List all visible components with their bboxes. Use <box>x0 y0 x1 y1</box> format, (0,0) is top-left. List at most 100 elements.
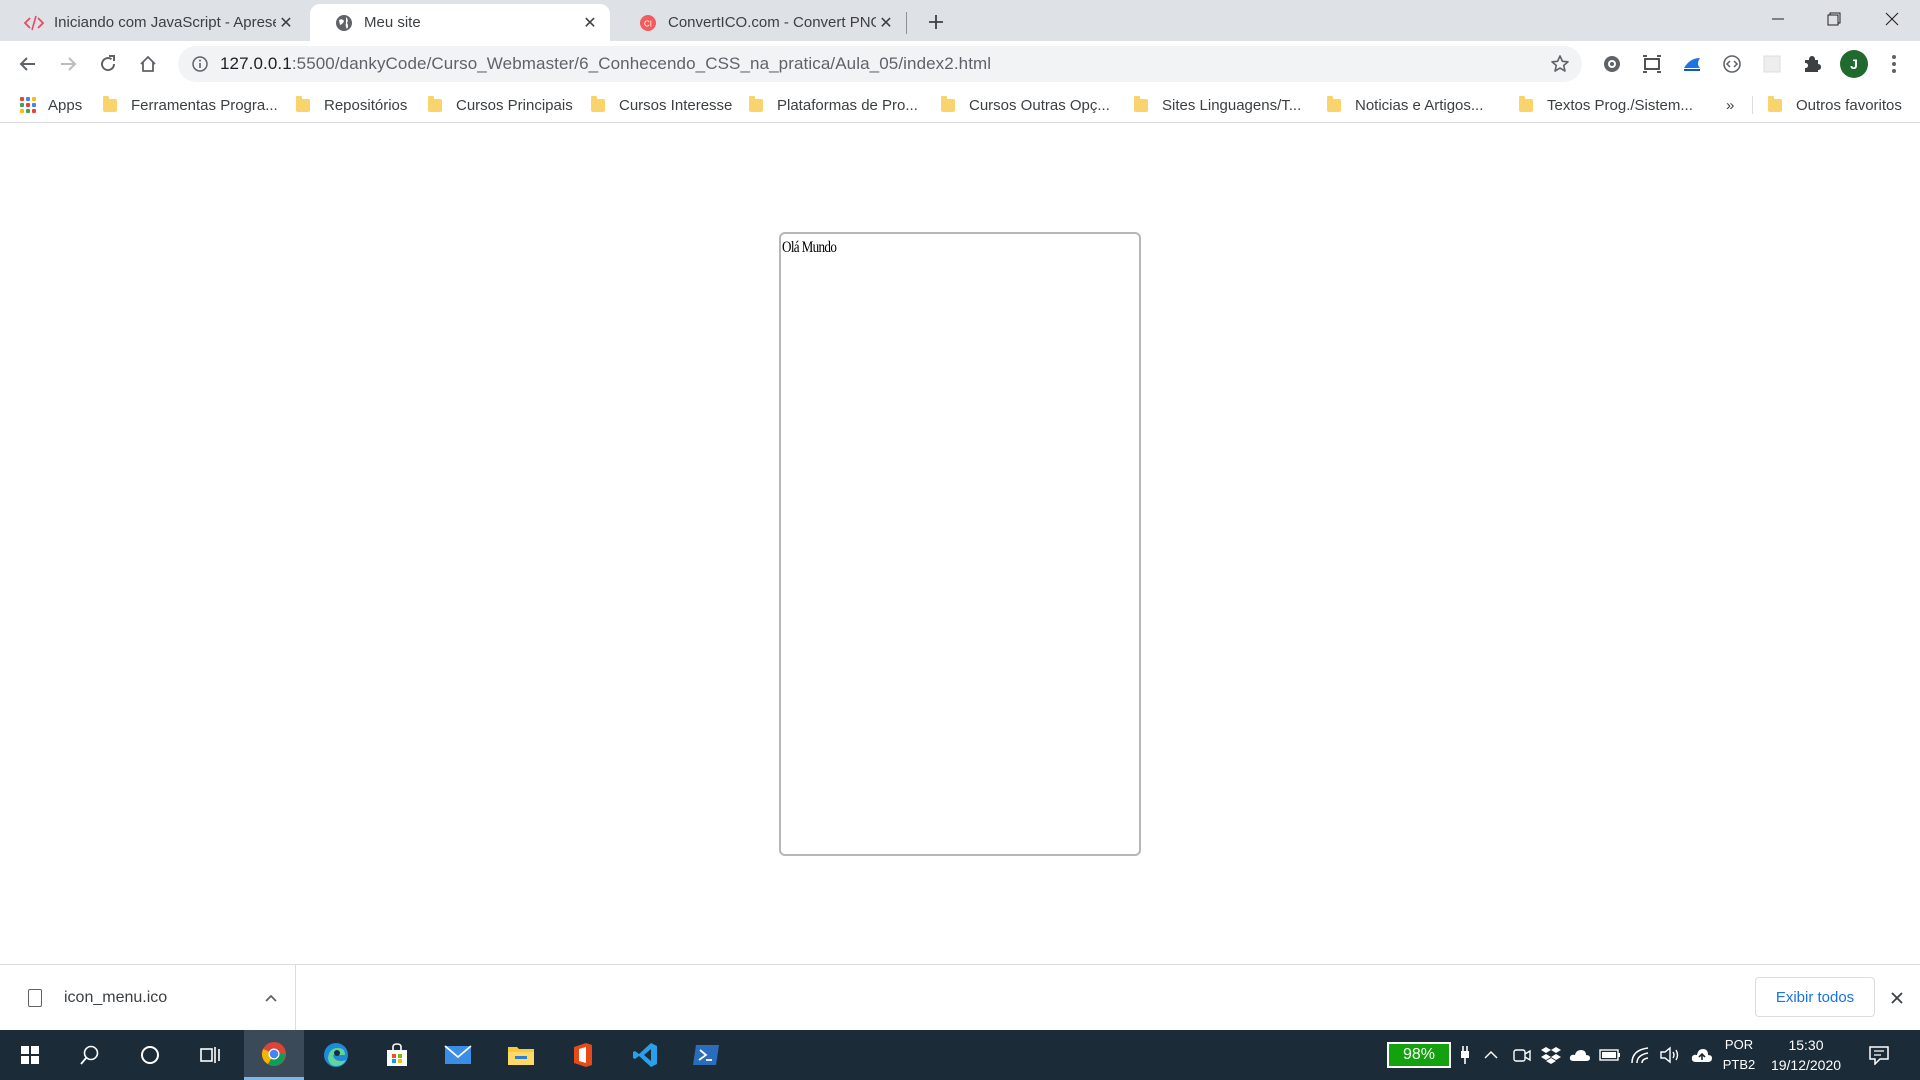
code-icon <box>24 13 44 33</box>
minimize-button[interactable] <box>1750 0 1806 38</box>
bookmark-folder[interactable]: Cursos Outras Opç... <box>941 94 1110 116</box>
bookmark-label: Apps <box>48 96 83 114</box>
edge-taskbar-icon[interactable] <box>306 1030 366 1080</box>
back-button[interactable] <box>12 48 44 80</box>
bookmark-separator <box>1752 96 1753 114</box>
bookmark-label: Outros favoritos <box>1796 96 1902 114</box>
powershell-taskbar-icon[interactable] <box>676 1030 736 1080</box>
bookmark-folder[interactable]: Ferramentas Progra... <box>103 94 278 116</box>
star-icon[interactable] <box>1548 52 1572 76</box>
content-box: Olá Mundo <box>779 232 1141 856</box>
download-item[interactable]: icon_menu.ico <box>0 965 296 1031</box>
bookmark-label: Cursos Outras Opç... <box>969 96 1110 114</box>
folder-icon <box>1519 95 1533 112</box>
cortana-icon[interactable] <box>120 1030 180 1080</box>
bookmark-folder[interactable]: Noticias e Artigos... <box>1327 94 1483 116</box>
more-menu-icon[interactable] <box>1882 52 1906 76</box>
onedrive-icon[interactable] <box>1568 1043 1592 1067</box>
extension-gear-icon[interactable] <box>1600 52 1624 76</box>
bookmarks-overflow-button[interactable]: » <box>1726 94 1734 116</box>
chevron-up-icon[interactable] <box>1479 1043 1503 1067</box>
tab-convertico[interactable]: CI ConvertICO.com - Convert PNG to ICO ✕ <box>614 4 906 41</box>
url-host: 127.0.0.1 <box>220 54 292 73</box>
globe-icon <box>334 13 354 33</box>
blank-extension-icon[interactable] <box>1760 52 1784 76</box>
bookmark-folder[interactable]: Cursos Interesse <box>591 94 732 116</box>
bookmark-label: Cursos Principais <box>456 96 573 114</box>
folder-icon <box>749 95 763 112</box>
windows-taskbar: 98% POR PTB2 15:30 19/12/2020 <box>0 1030 1920 1080</box>
restore-button[interactable] <box>1806 0 1862 38</box>
close-icon[interactable]: ✕ <box>580 13 600 33</box>
bookmarks-bar: Apps Ferramentas Progra... Repositórios … <box>0 87 1920 123</box>
bookmark-folder[interactable]: Plataformas de Pro... <box>749 94 918 116</box>
puzzle-icon[interactable] <box>1800 52 1824 76</box>
battery-percentage[interactable]: 98% <box>1387 1042 1451 1068</box>
bookmark-label: Ferramentas Progra... <box>131 96 278 114</box>
meet-now-icon[interactable] <box>1510 1043 1534 1067</box>
volume-icon[interactable] <box>1658 1043 1682 1067</box>
home-button[interactable] <box>132 48 164 80</box>
dropbox-icon[interactable] <box>1539 1043 1563 1067</box>
close-window-button[interactable] <box>1864 0 1920 38</box>
office-taskbar-icon[interactable] <box>553 1030 613 1080</box>
mail-taskbar-icon[interactable] <box>428 1030 488 1080</box>
start-button[interactable] <box>0 1030 60 1080</box>
url-path: :5500/dankyCode/Curso_Webmaster/6_Conhec… <box>291 54 992 73</box>
bookmark-folder[interactable]: Textos Prog./Sistem... <box>1519 94 1693 116</box>
bookmark-folder[interactable]: Repositórios <box>296 94 407 116</box>
clock-date: 19/12/2020 <box>1770 1057 1842 1073</box>
folder-icon <box>103 95 117 112</box>
apps-grid-icon <box>20 97 36 113</box>
show-all-downloads-button[interactable]: Exibir todos <box>1755 977 1875 1017</box>
blue-extension-icon[interactable] <box>1680 52 1704 76</box>
battery-icon[interactable] <box>1598 1043 1622 1067</box>
tab-meu-site[interactable]: Meu site ✕ <box>310 4 610 41</box>
download-file-name: icon_menu.ico <box>64 989 168 1006</box>
close-icon[interactable]: ✕ <box>276 13 296 33</box>
keyboard-layout: PTB2 <box>1722 1057 1756 1072</box>
bookmark-apps[interactable]: Apps <box>20 94 82 116</box>
file-icon <box>28 989 42 1007</box>
notification-center-icon[interactable] <box>1866 1043 1892 1067</box>
clock-time: 15:30 <box>1788 1037 1824 1053</box>
download-shelf: icon_menu.ico Exibir todos <box>0 964 1920 1031</box>
cloud-upload-icon[interactable] <box>1690 1043 1714 1067</box>
tab-javascript[interactable]: Iniciando com JavaScript - Apresentação … <box>0 4 306 41</box>
close-icon[interactable]: ✕ <box>876 13 896 33</box>
close-icon[interactable] <box>1886 987 1908 1009</box>
info-icon[interactable] <box>190 54 210 74</box>
reload-button[interactable] <box>92 48 124 80</box>
bookmark-folder[interactable]: Cursos Principais <box>428 94 573 116</box>
bookmark-other-favorites[interactable]: Outros favoritos <box>1768 94 1902 116</box>
tab-title: Meu site <box>364 14 421 31</box>
input-language[interactable]: POR PTB2 <box>1720 1035 1758 1075</box>
code-extension-icon[interactable] <box>1720 52 1744 76</box>
task-view-icon[interactable] <box>180 1030 240 1080</box>
page-viewport: Olá Mundo <box>0 124 1920 964</box>
tab-title: Iniciando com JavaScript - Apresentação <box>54 14 276 31</box>
forward-button[interactable] <box>52 48 84 80</box>
search-icon[interactable] <box>60 1030 120 1080</box>
new-tab-button[interactable] <box>922 8 950 36</box>
url-text[interactable]: 127.0.0.1:5500/dankyCode/Curso_Webmaster… <box>220 54 991 74</box>
vscode-taskbar-icon[interactable] <box>615 1030 675 1080</box>
power-plug-icon[interactable] <box>1453 1043 1477 1067</box>
bookmark-folder[interactable]: Sites Linguagens/T... <box>1134 94 1301 116</box>
browser-toolbar: 127.0.0.1:5500/dankyCode/Curso_Webmaster… <box>0 41 1920 87</box>
chevron-up-icon[interactable] <box>259 986 283 1010</box>
wifi-icon[interactable] <box>1628 1043 1652 1067</box>
profile-avatar[interactable]: J <box>1840 50 1868 78</box>
store-taskbar-icon[interactable] <box>367 1030 427 1080</box>
folder-icon <box>1327 95 1341 112</box>
bookmark-label: Textos Prog./Sistem... <box>1547 96 1693 114</box>
folder-icon <box>428 95 442 112</box>
bookmark-label: Plataformas de Pro... <box>777 96 918 114</box>
address-bar[interactable]: 127.0.0.1:5500/dankyCode/Curso_Webmaster… <box>178 46 1582 82</box>
folder-icon <box>1768 95 1782 112</box>
system-clock[interactable]: 15:30 19/12/2020 <box>1766 1035 1846 1075</box>
chrome-taskbar-icon[interactable] <box>244 1030 304 1080</box>
screenshot-icon[interactable] <box>1640 52 1664 76</box>
file-explorer-taskbar-icon[interactable] <box>491 1030 551 1080</box>
bookmark-label: Cursos Interesse <box>619 96 733 114</box>
